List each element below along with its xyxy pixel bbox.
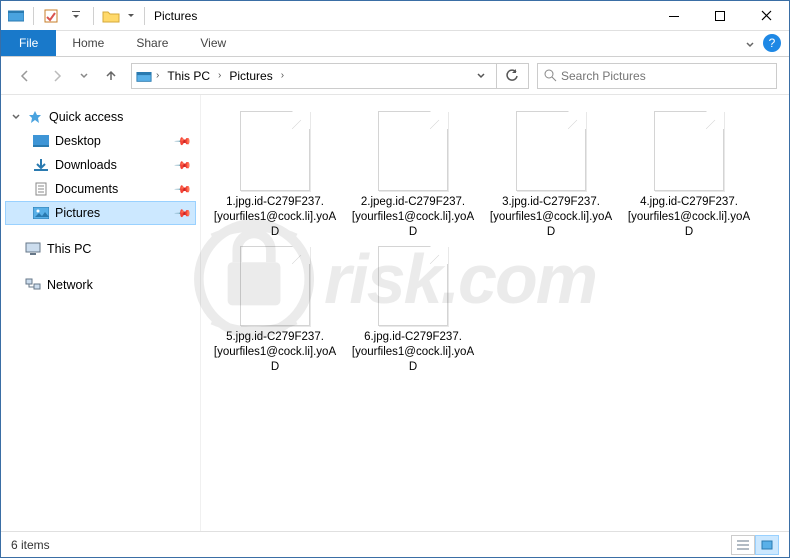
folder-icon — [100, 5, 122, 27]
pin-icon: 📌 — [174, 156, 193, 175]
ribbon-tab-home[interactable]: Home — [56, 30, 120, 56]
back-button[interactable] — [13, 64, 37, 88]
sidebar-label: Desktop — [55, 134, 101, 148]
pin-icon: 📌 — [174, 132, 193, 151]
breadcrumb-dropdown-icon[interactable] — [470, 71, 492, 81]
ribbon-file-tab[interactable]: File — [1, 30, 56, 56]
downloads-icon — [33, 157, 49, 173]
properties-icon[interactable] — [40, 5, 62, 27]
window-title: Pictures — [154, 9, 651, 23]
computer-icon — [25, 241, 41, 257]
quick-access-toolbar — [1, 5, 141, 27]
explorer-window: Pictures File Home Share View ? › This P… — [0, 0, 790, 558]
chevron-down-icon — [11, 112, 21, 122]
file-icon — [378, 111, 448, 191]
chevron-right-icon[interactable]: › — [156, 70, 159, 81]
breadcrumb-pictures[interactable]: Pictures — [225, 67, 276, 85]
file-icon — [240, 111, 310, 191]
file-name: 1.jpg.id-C279F237.[yourfiles1@cock.li].y… — [211, 195, 339, 240]
app-icon — [5, 5, 27, 27]
sidebar-item-documents[interactable]: Documents 📌 — [5, 177, 196, 201]
breadcrumb[interactable]: › This PC › Pictures › — [131, 63, 529, 89]
file-item[interactable]: 2.jpeg.id-C279F237.[yourfiles1@cock.li].… — [349, 111, 477, 240]
file-item[interactable]: 1.jpg.id-C279F237.[yourfiles1@cock.li].y… — [211, 111, 339, 240]
minimize-button[interactable] — [651, 1, 697, 31]
file-item[interactable]: 4.jpg.id-C279F237.[yourfiles1@cock.li].y… — [625, 111, 753, 240]
pictures-icon — [33, 205, 49, 221]
titlebar: Pictures — [1, 1, 789, 31]
separator — [93, 7, 94, 25]
sidebar-this-pc[interactable]: This PC — [5, 237, 196, 261]
sidebar-network[interactable]: Network — [5, 273, 196, 297]
pin-icon: 📌 — [174, 204, 193, 223]
sidebar-label: Documents — [55, 182, 118, 196]
recent-dropdown-icon[interactable] — [77, 64, 91, 88]
refresh-button[interactable] — [496, 63, 526, 89]
desktop-icon — [33, 133, 49, 149]
ribbon-tab-view[interactable]: View — [184, 30, 242, 56]
sidebar-quick-access[interactable]: Quick access — [5, 105, 196, 129]
sidebar-item-pictures[interactable]: Pictures 📌 — [5, 201, 196, 225]
address-bar: › This PC › Pictures › — [1, 57, 789, 95]
status-count: 6 items — [11, 538, 50, 552]
sidebar-label: Network — [47, 278, 93, 292]
file-item[interactable]: 6.jpg.id-C279F237.[yourfiles1@cock.li].y… — [349, 246, 477, 375]
file-name: 6.jpg.id-C279F237.[yourfiles1@cock.li].y… — [349, 330, 477, 375]
ribbon-tab-share[interactable]: Share — [120, 30, 184, 56]
separator — [33, 7, 34, 25]
ribbon: File Home Share View ? — [1, 31, 789, 57]
view-toggle — [731, 535, 779, 555]
ribbon-expand-icon[interactable] — [737, 34, 763, 56]
pictures-folder-icon — [136, 68, 152, 84]
file-name: 5.jpg.id-C279F237.[yourfiles1@cock.li].y… — [211, 330, 339, 375]
sidebar-label: This PC — [47, 242, 91, 256]
details-view-button[interactable] — [731, 535, 755, 555]
status-bar: 6 items — [1, 531, 789, 557]
file-name: 3.jpg.id-C279F237.[yourfiles1@cock.li].y… — [487, 195, 615, 240]
file-icon — [378, 246, 448, 326]
chevron-right-icon[interactable]: › — [218, 70, 221, 81]
file-item[interactable]: 5.jpg.id-C279F237.[yourfiles1@cock.li].y… — [211, 246, 339, 375]
search-box[interactable] — [537, 63, 777, 89]
maximize-button[interactable] — [697, 1, 743, 31]
file-name: 2.jpeg.id-C279F237.[yourfiles1@cock.li].… — [349, 195, 477, 240]
icons-view-button[interactable] — [755, 535, 779, 555]
navigation-pane: Quick access Desktop 📌 Downloads 📌 — [1, 95, 201, 531]
main-area: Quick access Desktop 📌 Downloads 📌 — [1, 95, 789, 531]
file-view[interactable]: 1.jpg.id-C279F237.[yourfiles1@cock.li].y… — [201, 95, 789, 531]
file-icon — [240, 246, 310, 326]
qat-dropdown-icon[interactable] — [65, 5, 87, 27]
separator — [144, 7, 145, 25]
star-icon — [27, 109, 43, 125]
search-input[interactable] — [561, 69, 770, 83]
breadcrumb-thispc[interactable]: This PC — [163, 67, 214, 85]
window-controls — [651, 1, 789, 31]
sidebar-label: Quick access — [49, 110, 123, 124]
forward-button[interactable] — [45, 64, 69, 88]
file-item[interactable]: 3.jpg.id-C279F237.[yourfiles1@cock.li].y… — [487, 111, 615, 240]
file-icon — [516, 111, 586, 191]
documents-icon — [33, 181, 49, 197]
pin-icon: 📌 — [174, 180, 193, 199]
chevron-right-icon[interactable]: › — [281, 70, 284, 81]
search-icon — [544, 69, 557, 82]
up-button[interactable] — [99, 64, 123, 88]
sidebar-item-downloads[interactable]: Downloads 📌 — [5, 153, 196, 177]
close-button[interactable] — [743, 1, 789, 31]
help-button[interactable]: ? — [763, 34, 781, 52]
sidebar-label: Downloads — [55, 158, 117, 172]
file-icon — [654, 111, 724, 191]
network-icon — [25, 277, 41, 293]
file-name: 4.jpg.id-C279F237.[yourfiles1@cock.li].y… — [625, 195, 753, 240]
sidebar-label: Pictures — [55, 206, 100, 220]
chevron-down-icon[interactable] — [125, 5, 137, 27]
sidebar-item-desktop[interactable]: Desktop 📌 — [5, 129, 196, 153]
